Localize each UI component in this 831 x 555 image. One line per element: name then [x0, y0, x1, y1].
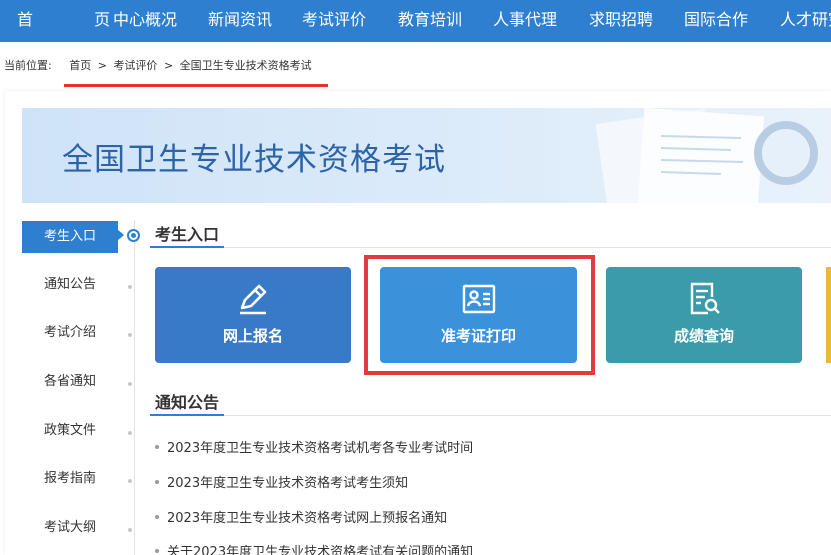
online-registration-button[interactable]: 网上报名 — [155, 267, 351, 363]
breadcrumb-home-link[interactable]: 首页 — [69, 59, 91, 72]
top-nav: 首 页 中心概况 新闻资讯 考试评价 教育培训 人事代理 求职招聘 国际合作 人… — [0, 0, 831, 42]
sidebar-item-exam-intro[interactable]: 考试介绍 — [22, 317, 118, 349]
active-pointer-icon — [117, 229, 124, 241]
card-label: 成绩查询 — [673, 327, 734, 345]
section-title-underline — [150, 246, 224, 248]
breadcrumb-separator: > — [97, 59, 107, 72]
sidebar-bullet — [128, 479, 132, 483]
sidebar-item-syllabus[interactable]: 考试大纲 — [22, 512, 118, 544]
breadcrumb-prefix: 当前位置: — [4, 59, 52, 72]
notice-item[interactable]: 2023年度卫生专业技术资格考试机考各专业考试时间 — [155, 437, 473, 456]
section-title-notices: 通知公告 — [155, 393, 220, 412]
next-card-edge — [826, 267, 831, 363]
section-rule — [150, 247, 831, 248]
score-query-button[interactable]: 成绩查询 — [606, 267, 802, 363]
sidebar-item-application-guide[interactable]: 报考指南 — [22, 463, 118, 495]
sidebar-item-policy-files[interactable]: 政策文件 — [22, 415, 118, 447]
bullet-icon — [155, 479, 159, 484]
nav-item-international[interactable]: 国际合作 — [684, 0, 748, 42]
pencil-icon — [240, 284, 267, 315]
breadcrumb-exam-link[interactable]: 考试评价 — [113, 59, 157, 72]
sidebar-bullet — [128, 285, 132, 289]
sidebar-item-candidate-entry[interactable]: 考生入口 — [22, 221, 118, 253]
card-label: 网上报名 — [222, 327, 283, 345]
nav-item-education-training[interactable]: 教育培训 — [398, 0, 462, 42]
sidebar-item-notices[interactable]: 通知公告 — [22, 269, 118, 301]
sidebar: 考生入口 通知公告 考试介绍 各省通知 政策文件 报考指南 考试大纲 — [22, 218, 134, 555]
sidebar-bullet — [128, 382, 132, 386]
nav-item-news[interactable]: 新闻资讯 — [208, 0, 272, 42]
bullet-icon — [155, 514, 159, 519]
nav-item-exam-evaluation[interactable]: 考试评价 — [302, 0, 366, 42]
notice-item[interactable]: 2023年度卫生专业技术资格考试网上预报名通知 — [155, 507, 447, 526]
notice-item-text: 关于2023年度卫生专业技术资格考试有关问题的通知 — [167, 545, 474, 555]
nav-item-talent-research[interactable]: 人才研究 — [780, 0, 831, 42]
breadcrumb-red-underline — [64, 84, 328, 87]
bullet-icon — [155, 444, 159, 449]
breadcrumb: 当前位置: 首页 > 考试评价 > 全国卫生专业技术资格考试 — [4, 57, 312, 73]
sidebar-bullet — [128, 431, 132, 435]
bullet-icon — [155, 548, 159, 553]
nav-item-center-overview[interactable]: 中心概况 — [113, 0, 177, 42]
sidebar-item-province-notices[interactable]: 各省通知 — [22, 366, 118, 398]
notice-item[interactable]: 关于2023年度卫生专业技术资格考试有关问题的通知 — [155, 541, 473, 555]
notice-item[interactable]: 2023年度卫生专业技术资格考试考生须知 — [155, 472, 408, 491]
sidebar-bullet — [128, 528, 132, 532]
notice-item-text: 2023年度卫生专业技术资格考试机考各专业考试时间 — [167, 441, 474, 456]
banner-title: 全国卫生专业技术资格考试 — [62, 142, 446, 178]
document-search-icon — [690, 282, 720, 315]
nav-item-personnel-agency[interactable]: 人事代理 — [493, 0, 557, 42]
breadcrumb-separator: > — [163, 59, 174, 72]
document-illustration-icon — [595, 108, 818, 203]
breadcrumb-current: 全国卫生专业技术资格考试 — [179, 59, 312, 72]
section-rule — [150, 415, 831, 416]
active-indicator-icon — [127, 229, 140, 242]
page-banner: 全国卫生专业技术资格考试 — [22, 108, 831, 203]
notice-item-text: 2023年度卫生专业技术资格考试网上预报名通知 — [167, 511, 448, 526]
section-title-candidate-entry: 考生入口 — [155, 225, 220, 244]
nav-item-job-recruitment[interactable]: 求职招聘 — [589, 0, 653, 42]
section-title-underline — [150, 414, 224, 416]
highlight-annotation-box — [364, 255, 595, 375]
sidebar-bullet — [128, 333, 132, 337]
notice-item-text: 2023年度卫生专业技术资格考试考生须知 — [167, 476, 409, 491]
sidebar-divider — [134, 220, 135, 555]
